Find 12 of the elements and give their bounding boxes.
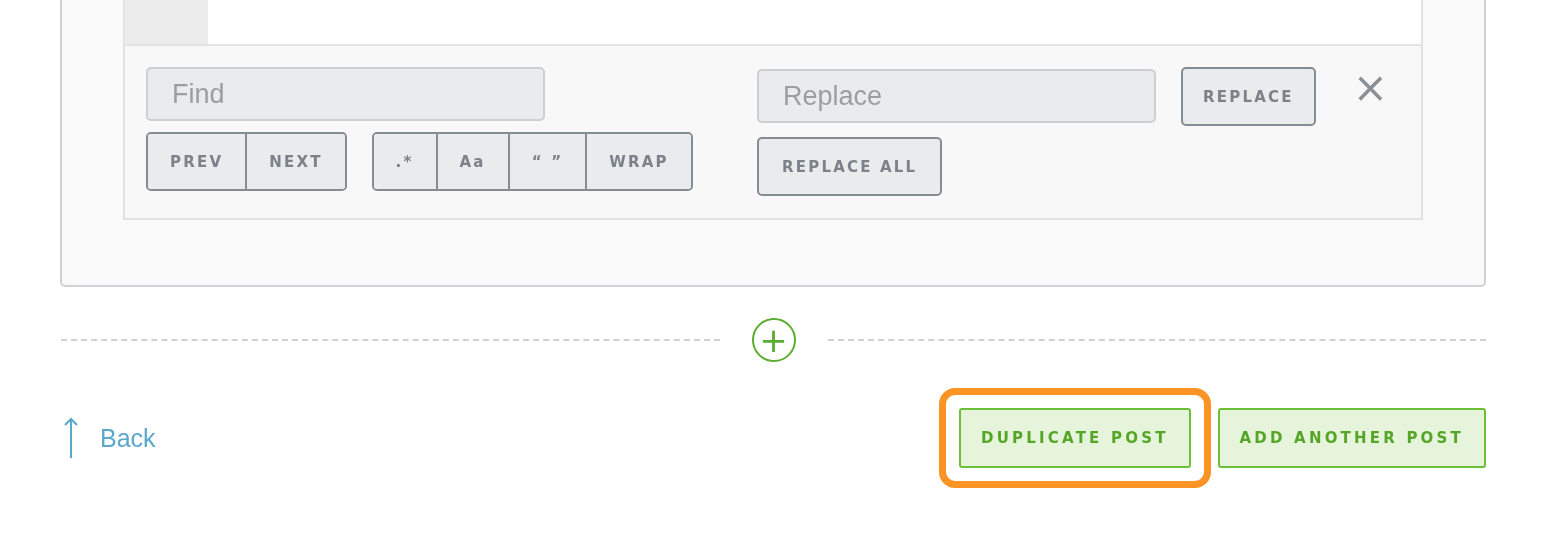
replace-button[interactable]: REPLACE (1181, 67, 1316, 126)
find-field[interactable]: Find (146, 67, 545, 121)
post-button[interactable]: ADD ANOTHER POST (1217, 408, 1486, 468)
close-button[interactable]: × (1348, 67, 1392, 109)
add-block-button[interactable]: + (751, 318, 796, 362)
nav-button[interactable]: NEXT (245, 134, 345, 189)
post-button[interactable]: DUPLICATE POST (959, 408, 1191, 468)
replace-all-button[interactable]: REPLACE ALL (757, 137, 943, 196)
back-link[interactable]: Back (100, 423, 156, 453)
option-button[interactable]: WRAP (585, 134, 691, 189)
up-arrow-icon (64, 417, 78, 459)
replace-field[interactable]: Replace (757, 69, 1156, 123)
